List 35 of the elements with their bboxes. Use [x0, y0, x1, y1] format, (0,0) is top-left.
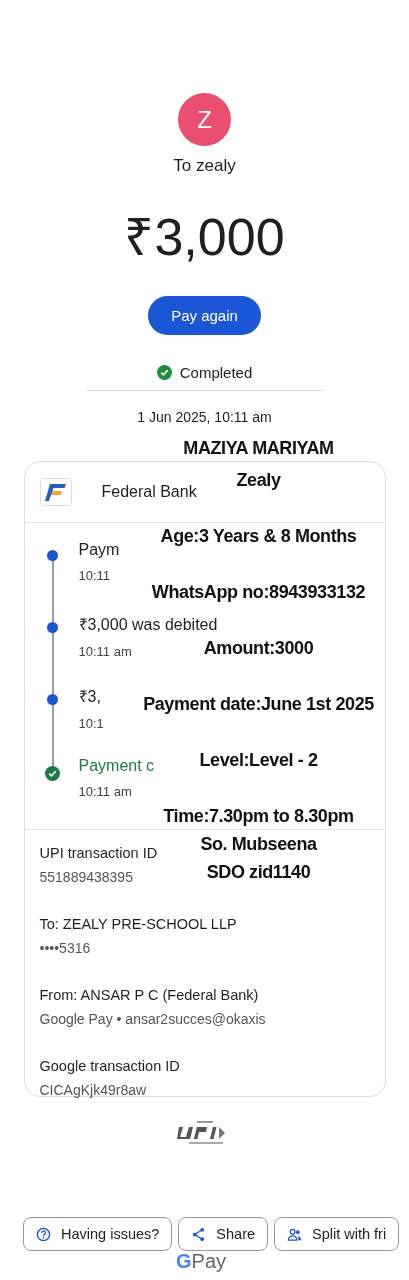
timeline-dot — [46, 622, 58, 633]
action-button[interactable]: Having issues? — [23, 1217, 173, 1251]
detail-value: 551889438395 — [39, 869, 133, 885]
detail-label: Google transaction ID — [39, 1058, 180, 1074]
step-title: Paym — [78, 541, 120, 559]
check-icon — [44, 766, 60, 781]
detail-label: UPI transaction ID — [39, 845, 158, 861]
step-time: 10:1 — [78, 716, 104, 731]
step-time: 10:11 — [78, 568, 112, 583]
action-button[interactable]: Share — [178, 1217, 269, 1251]
share-icon — [191, 1226, 207, 1242]
detail-value: CICAgKjk49r8aw — [39, 1082, 147, 1098]
action-button[interactable]: Split with fri — [274, 1217, 400, 1251]
step-title: ₹3, — [78, 687, 102, 707]
step-title: Payment c — [78, 757, 155, 775]
detail-label: From: ANSAR P C (Federal Bank) — [39, 987, 259, 1003]
payee-name: To zealy — [173, 156, 236, 176]
gpay-logo: GPay — [176, 1250, 227, 1272]
check-icon — [156, 365, 172, 380]
detail-value: ••••5316 — [39, 940, 91, 956]
avatar: Z — [178, 93, 231, 146]
step-title: ₹3,000 was debited — [78, 615, 218, 635]
timeline-dot — [46, 550, 58, 561]
help-icon — [36, 1226, 51, 1242]
detail-value: Google Pay • ansar2succes@okaxis — [39, 1011, 266, 1027]
bank-logo-icon — [39, 478, 72, 506]
step-time: 10:11 am — [78, 784, 133, 799]
status-label: Completed — [179, 364, 253, 381]
payment-date: 1 Jun 2025, 10:11 am — [137, 409, 272, 425]
bank-name: Federal Bank — [101, 483, 197, 501]
pay-again-button[interactable]: Pay again — [148, 296, 261, 335]
detail-label: To: ZEALY PRE-SCHOOL LLP — [39, 916, 237, 932]
amount: ₹3,000 — [124, 207, 285, 268]
timeline-dot — [46, 694, 58, 705]
people-icon — [287, 1226, 303, 1242]
